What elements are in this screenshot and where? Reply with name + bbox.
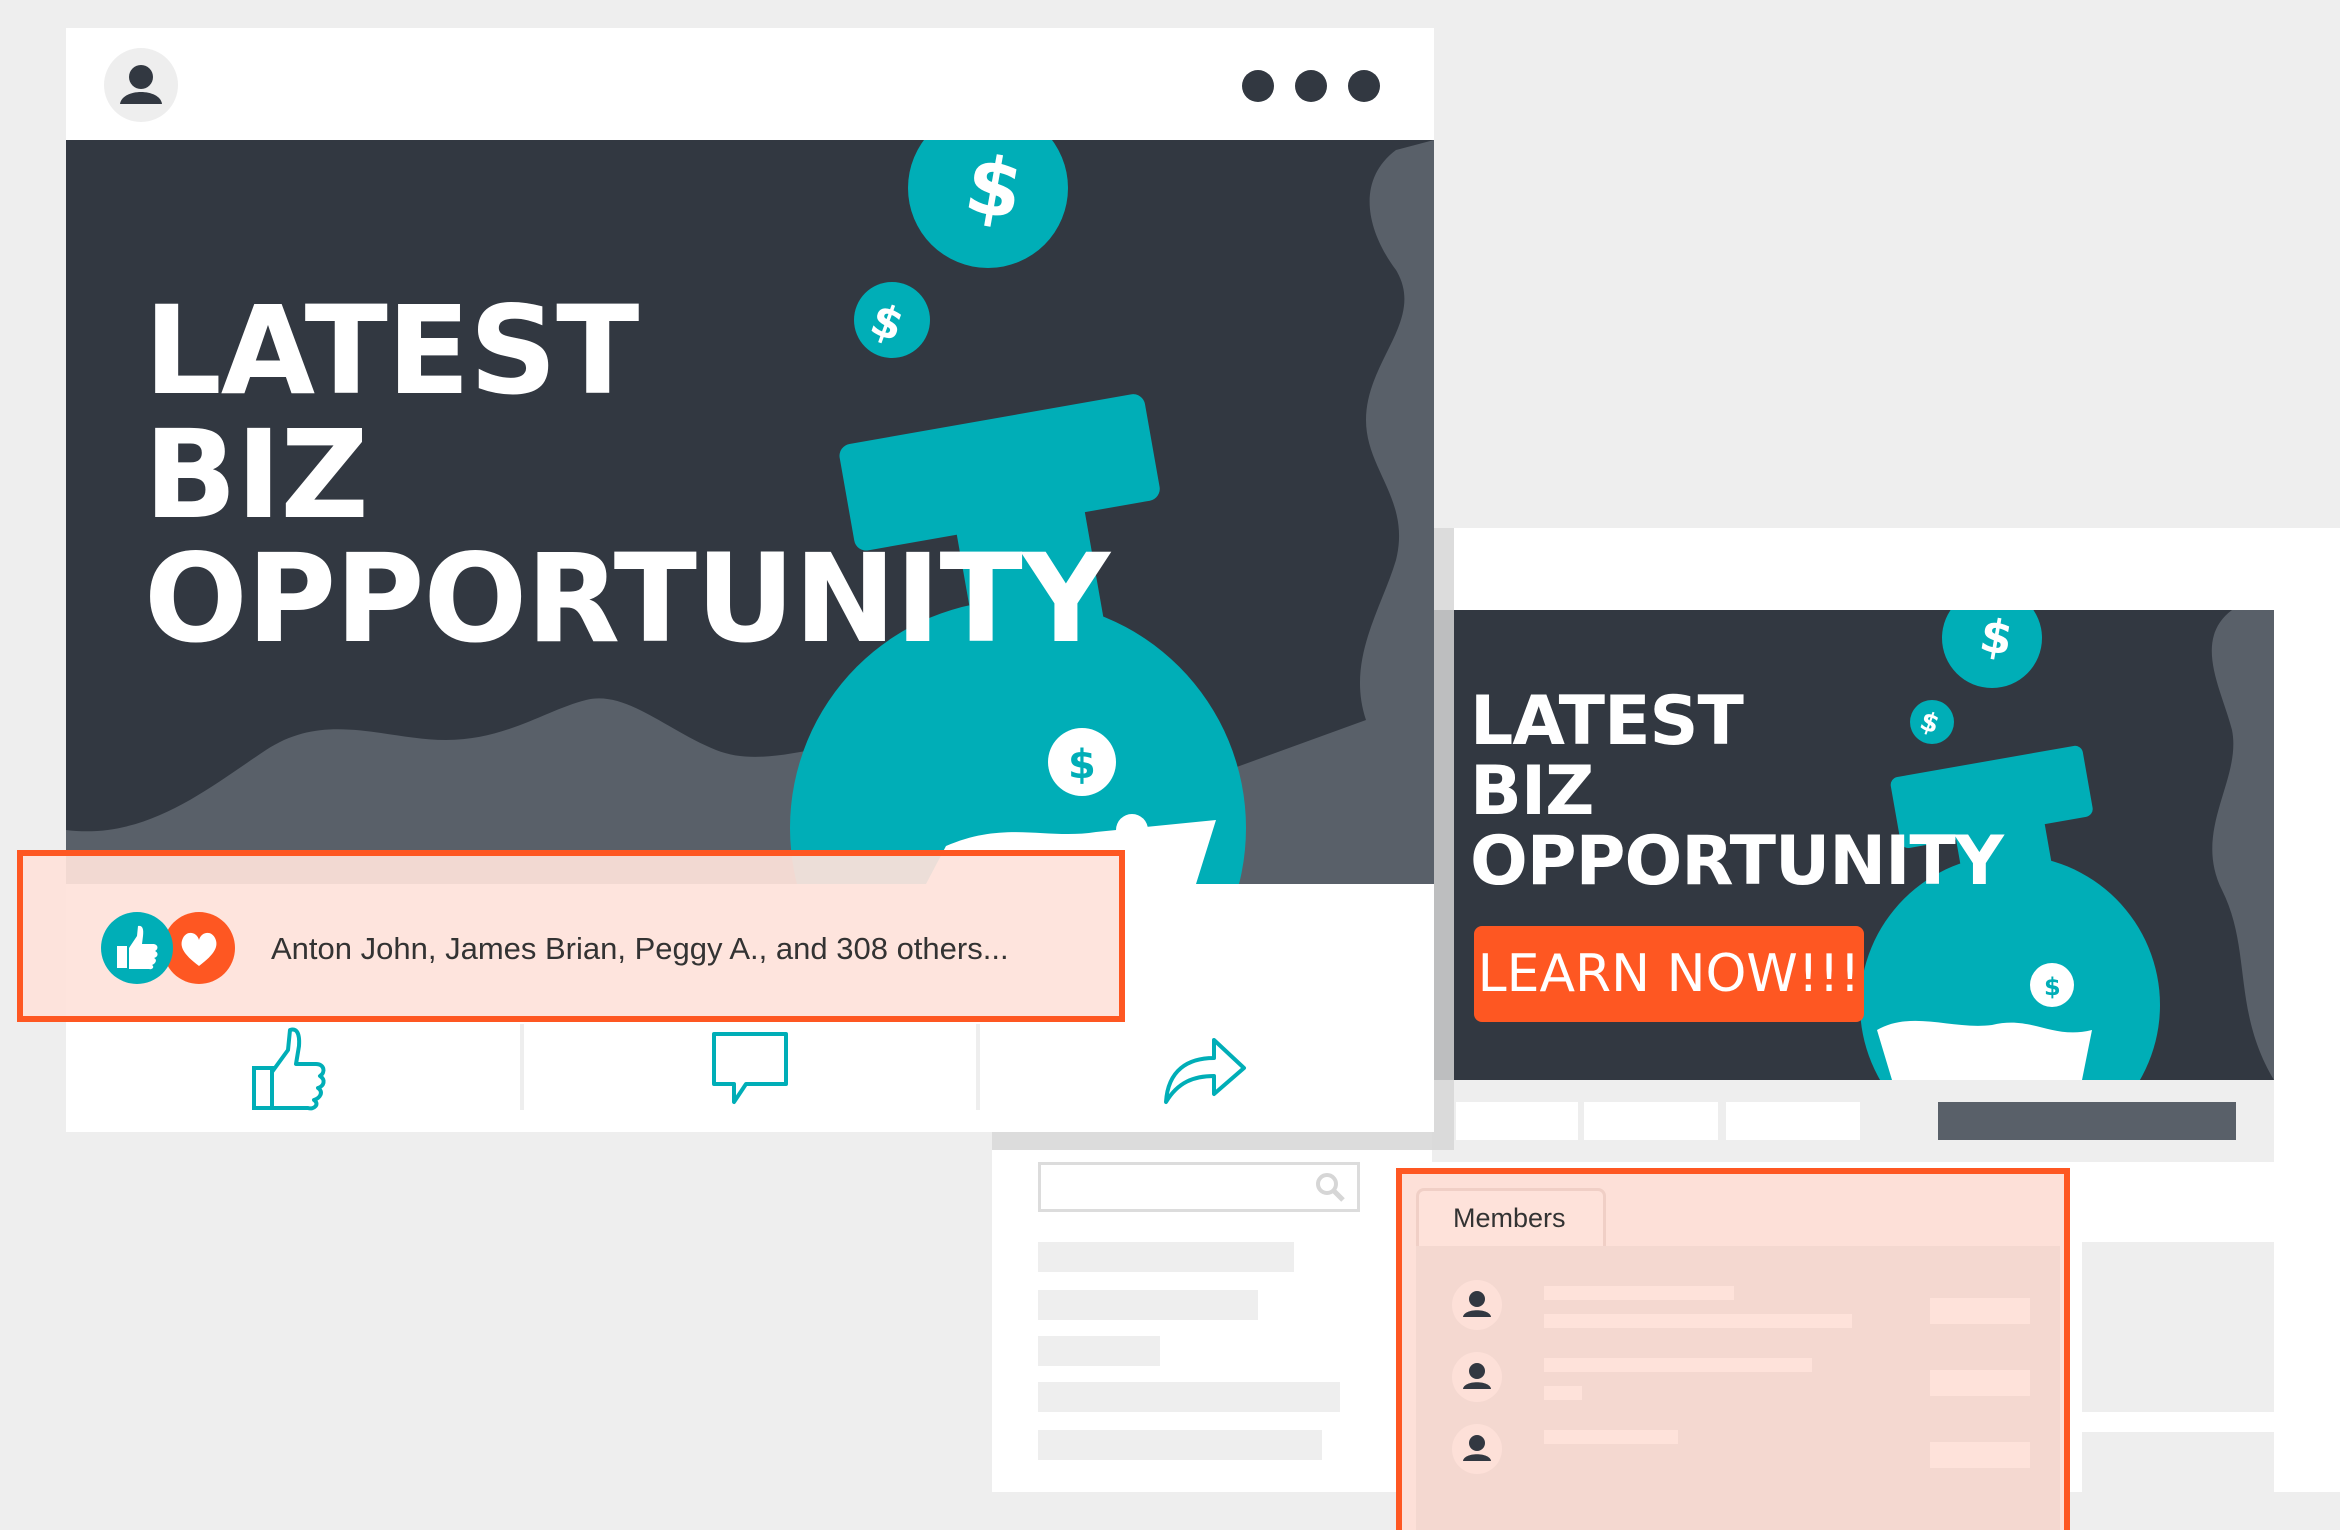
page-headline-line-2: BIZ — [1470, 752, 1594, 831]
reactions-highlight: Anton John, James Brian, Peggy A., and 3… — [17, 850, 1125, 1022]
user-avatar-icon — [1463, 1291, 1491, 1317]
more-dots-icon — [1242, 70, 1380, 102]
page-nav-tab-2[interactable] — [1584, 1102, 1718, 1140]
page-cover: $ $ $ LATEST BIZ OPPORTUNITY LEARN NOW!!… — [1432, 610, 2274, 1080]
more-options-button[interactable] — [1240, 66, 1390, 106]
sidebar-placeholder — [2082, 1242, 2274, 1412]
post-image[interactable]: $ $ $ LATEST BIZ OPPORTUNITY — [66, 140, 1434, 884]
search-icon — [1316, 1173, 1345, 1202]
thumbs-up-outline-icon — [252, 1027, 326, 1111]
member-text-line — [1544, 1430, 1678, 1444]
member-text-line — [1544, 1358, 1812, 1372]
action-divider — [976, 1024, 980, 1110]
member-text-line — [1544, 1314, 1852, 1328]
member-avatar — [1452, 1424, 1502, 1474]
learn-now-button[interactable]: LEARN NOW!!! — [1474, 926, 1864, 1022]
page-nav-action[interactable] — [1938, 1102, 2236, 1140]
list-placeholder — [1038, 1336, 1160, 1366]
post-action-bar — [66, 1024, 1434, 1132]
user-avatar-icon — [1463, 1363, 1491, 1389]
page-search-input[interactable] — [1038, 1162, 1360, 1212]
post-headline-line-2: BIZ — [144, 404, 369, 546]
list-placeholder — [1038, 1430, 1322, 1460]
member-text-line — [1544, 1286, 1734, 1300]
members-tab[interactable]: Members — [1416, 1188, 1606, 1248]
member-avatar — [1452, 1280, 1502, 1330]
page-nav-tab-1[interactable] — [1456, 1102, 1578, 1140]
thumbs-up-icon — [117, 925, 158, 970]
user-avatar-icon — [1463, 1435, 1491, 1461]
comment-bubble-icon — [712, 1032, 788, 1104]
page-headline-line-1: LATEST — [1470, 682, 1744, 761]
member-text-line — [1544, 1386, 1582, 1400]
reactions-summary[interactable]: Anton John, James Brian, Peggy A., and 3… — [271, 914, 1009, 984]
sidebar-placeholder — [2082, 1432, 2274, 1492]
member-action[interactable] — [1930, 1370, 2030, 1396]
list-placeholder — [1038, 1382, 1340, 1412]
svg-text:$: $ — [2044, 973, 2061, 1001]
heart-reaction[interactable] — [163, 912, 235, 984]
post-headline-line-1: LATEST — [144, 280, 639, 422]
action-divider — [520, 1024, 524, 1110]
member-avatar — [1452, 1352, 1502, 1402]
share-arrow-icon — [1164, 1038, 1246, 1104]
user-avatar-icon — [120, 65, 162, 104]
like-reaction[interactable] — [101, 912, 173, 984]
post-headline-line-3: OPPORTUNITY — [144, 528, 1110, 670]
post-author-avatar[interactable] — [104, 48, 178, 122]
like-button[interactable] — [236, 1024, 336, 1114]
svg-text:$: $ — [1068, 742, 1096, 788]
page-headline-line-3: OPPORTUNITY — [1470, 822, 2004, 901]
share-button[interactable] — [1160, 1030, 1250, 1110]
page-nav-tab-3[interactable] — [1726, 1102, 1860, 1140]
member-action[interactable] — [1930, 1298, 2030, 1324]
comment-button[interactable] — [706, 1028, 796, 1112]
members-highlight: Members — [1396, 1168, 2070, 1530]
member-action[interactable] — [1930, 1442, 2030, 1468]
list-placeholder — [1038, 1290, 1258, 1320]
list-placeholder — [1038, 1242, 1294, 1272]
heart-icon — [181, 932, 217, 966]
